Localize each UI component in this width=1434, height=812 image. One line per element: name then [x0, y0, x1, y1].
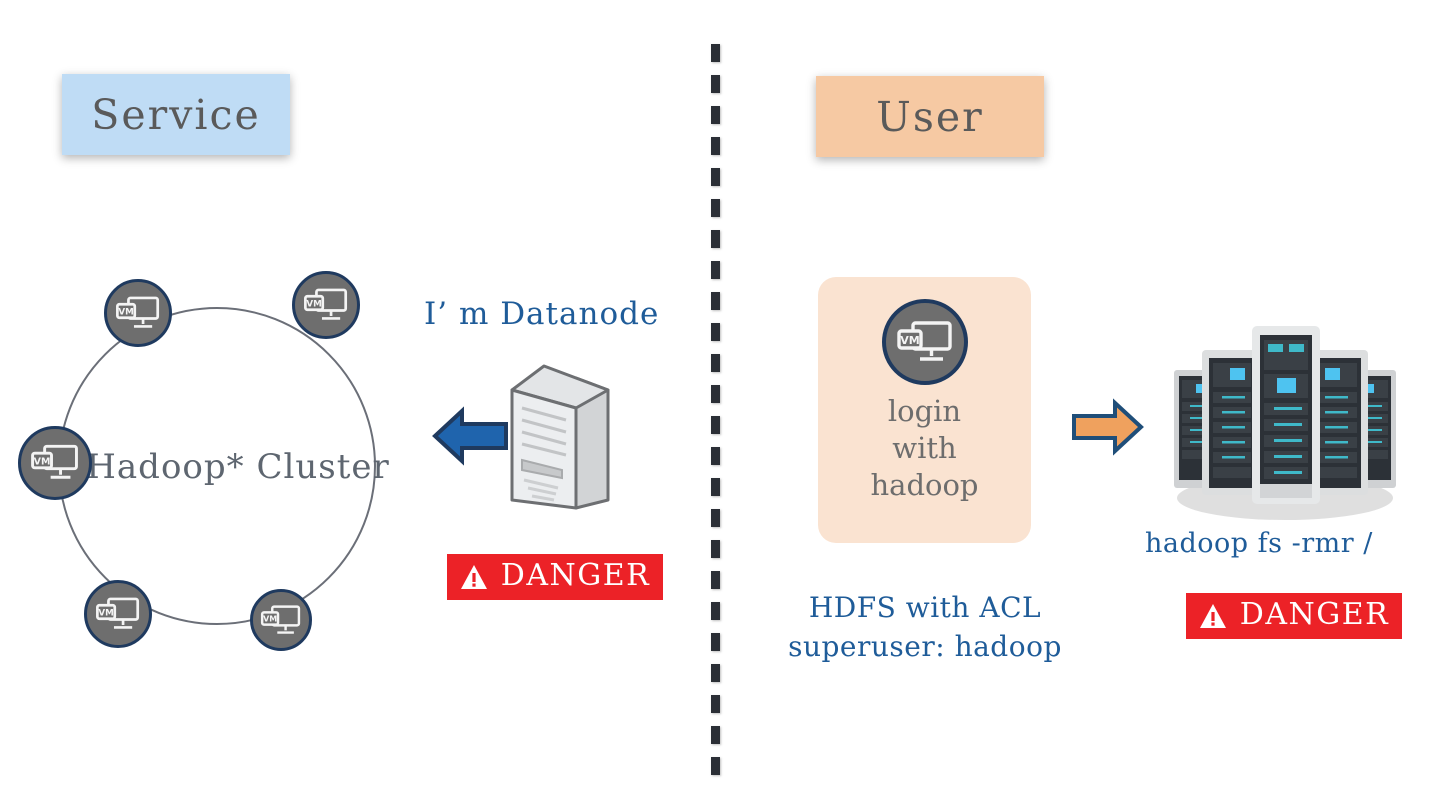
svg-text:VM: VM	[34, 457, 51, 468]
hdfs-command-label: hadoop fs -rmr /	[1145, 528, 1373, 559]
svg-text:VM: VM	[900, 334, 919, 347]
user-panel-label: User	[876, 92, 984, 141]
svg-text:VM: VM	[98, 609, 113, 619]
warning-triangle-icon	[1199, 604, 1226, 628]
login-line-3: hadoop	[870, 468, 979, 503]
vm-node-icon-bottom-right: VM	[250, 589, 312, 651]
hadoop-cluster-group: Hadoop* Cluster VM VM VM VM VM	[10, 262, 430, 682]
warning-triangle-icon	[460, 565, 487, 589]
login-line-1: login	[887, 394, 962, 428]
svg-text:VM: VM	[263, 614, 277, 623]
panel-divider	[711, 44, 720, 776]
hdfs-acl-line-1: HDFS with ACL	[808, 591, 1042, 624]
server-tower-icon	[500, 360, 616, 519]
danger-badge-label: DANGER	[500, 558, 651, 593]
hdfs-acl-label: HDFS with ACL superuser: hadoop	[760, 589, 1090, 666]
datanode-to-cluster-arrow	[432, 405, 510, 471]
vm-node-icon-top-left: VM	[104, 279, 172, 347]
user-panel-header: User	[816, 76, 1044, 157]
diagram-canvas: Service User Hadoop* Cluster VM VM VM VM VM …	[0, 0, 1434, 812]
svg-text:VM: VM	[306, 300, 321, 310]
user-to-hdfs-arrow	[1070, 398, 1144, 460]
danger-badge-label: DANGER	[1239, 597, 1390, 632]
login-text-block: login with hadoop	[870, 393, 978, 504]
danger-badge-right: DANGER	[1186, 593, 1402, 639]
login-card: VM login with hadoop	[818, 277, 1031, 543]
vm-node-icon-top-right: VM	[292, 271, 360, 339]
service-panel-header: Service	[62, 74, 290, 155]
vm-node-icon-bottom-left: VM	[84, 580, 152, 648]
hdfs-acl-line-2: superuser: hadoop	[788, 629, 1062, 663]
vm-node-icon-left: VM	[18, 426, 92, 500]
danger-badge-left: DANGER	[447, 554, 663, 600]
login-line-2: with	[892, 431, 957, 466]
service-panel-label: Service	[91, 90, 261, 139]
svg-text:VM: VM	[118, 308, 133, 318]
datanode-speech-label: I’ m Datanode	[424, 296, 660, 332]
server-rack-cluster-icon	[1160, 308, 1410, 527]
vm-node-icon-login: VM	[881, 299, 968, 385]
